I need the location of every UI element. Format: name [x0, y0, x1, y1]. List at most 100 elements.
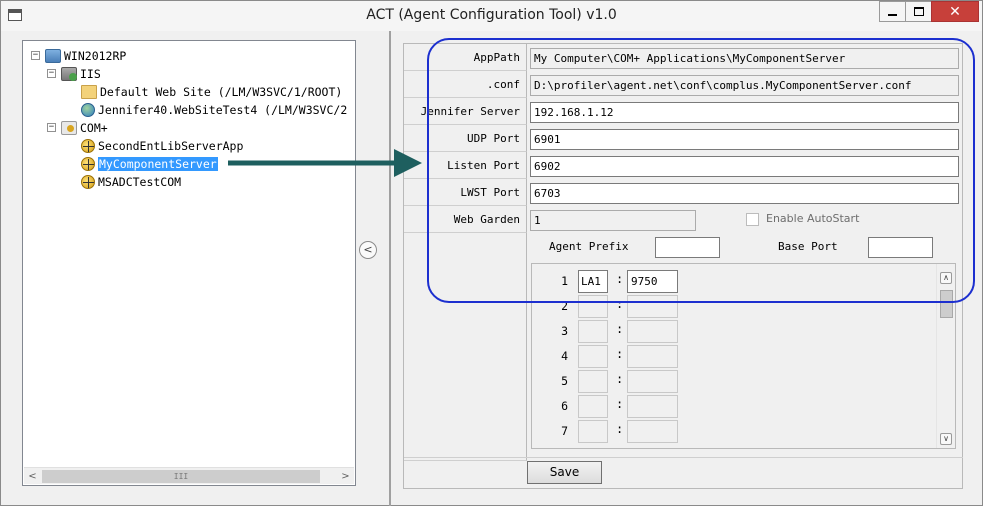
collapse-icon[interactable]: −: [31, 51, 40, 60]
agent-prefix-field[interactable]: [578, 420, 608, 443]
web-garden-label: Web Garden: [404, 206, 527, 233]
collapse-icon[interactable]: −: [47, 123, 56, 132]
agent-port-field[interactable]: [627, 345, 678, 368]
minimize-button[interactable]: [879, 1, 906, 22]
agent-row: 3 :: [532, 319, 937, 344]
tree-label: Default Web Site (/LM/W3SVC/1/ROOT): [100, 84, 343, 99]
globe-icon: [81, 102, 95, 117]
maximize-button[interactable]: [905, 1, 932, 22]
agent-port-field[interactable]: 9750: [627, 270, 678, 293]
tree-label: MSADCTestCOM: [98, 174, 182, 189]
window-title: ACT (Agent Configuration Tool) v1.0: [366, 7, 617, 23]
udp-port-input[interactable]: 6901: [530, 129, 959, 150]
agent-number: 5: [561, 374, 568, 388]
close-button[interactable]: ✕: [931, 1, 979, 22]
agent-port-field[interactable]: [627, 320, 678, 343]
agent-prefix-field[interactable]: [578, 295, 608, 318]
component-icon: [81, 156, 95, 171]
iis-icon: [61, 66, 77, 81]
apppath-label: AppPath: [404, 44, 527, 71]
conf-field[interactable]: D:\profiler\agent.net\conf\complus.MyCom…: [530, 75, 959, 96]
tree-node-component-selected[interactable]: MyComponentServer: [81, 155, 218, 172]
folder-icon: [81, 84, 97, 99]
separator: :: [616, 272, 624, 286]
scroll-thumb[interactable]: III: [42, 470, 320, 483]
agent-prefix-field[interactable]: [578, 370, 608, 393]
agent-row: 1 LA1 : 9750: [532, 269, 937, 294]
tree-label: MyComponentServer: [98, 156, 218, 171]
agent-port-field[interactable]: [627, 370, 678, 393]
agent-number: 3: [561, 324, 568, 338]
horizontal-scrollbar[interactable]: < III >: [24, 467, 354, 484]
agent-list[interactable]: 1 LA1 : 9750 2 : 3 : 4 : 5 : 6: 7: ∧ ∨: [531, 263, 956, 449]
splitter[interactable]: [389, 31, 391, 506]
jennifer-server-input[interactable]: 192.168.1.12: [530, 102, 959, 123]
close-icon: ✕: [949, 3, 961, 20]
agent-prefix-label: Agent Prefix: [549, 240, 629, 253]
autostart-checkbox[interactable]: [746, 213, 759, 226]
app-window: ACT (Agent Configuration Tool) v1.0 ✕ − …: [0, 0, 983, 506]
base-port-input[interactable]: [868, 237, 933, 258]
web-garden-field[interactable]: 1: [530, 210, 696, 231]
agent-prefix-field[interactable]: [578, 345, 608, 368]
autostart-label: Enable AutoStart: [766, 212, 860, 225]
separator: :: [616, 422, 624, 436]
agent-prefix-input[interactable]: [655, 237, 720, 258]
tree-label: IIS: [80, 66, 101, 81]
agent-port-field[interactable]: [627, 295, 678, 318]
agent-prefix-field[interactable]: [578, 320, 608, 343]
component-icon: [81, 138, 95, 153]
listen-port-input[interactable]: 6902: [530, 156, 959, 177]
tree-node-site[interactable]: Jennifer40.WebSiteTest4 (/LM/W3SVC/2: [81, 101, 347, 118]
conf-label: .conf: [404, 71, 527, 98]
agent-row: 4 :: [532, 344, 937, 369]
separator: :: [616, 297, 624, 311]
lwst-port-input[interactable]: 6703: [530, 183, 959, 204]
tree-label: Jennifer40.WebSiteTest4 (/LM/W3SVC/2: [98, 102, 348, 117]
tree-node-component[interactable]: MSADCTestCOM: [81, 173, 181, 190]
separator: :: [616, 372, 624, 386]
scroll-up-icon[interactable]: ∧: [940, 272, 952, 284]
label-column: [404, 233, 527, 461]
agent-number: 7: [561, 424, 568, 438]
tree-view[interactable]: − WIN2012RP − IIS Default Web Site (/LM/…: [22, 40, 356, 486]
complus-icon: [61, 120, 77, 135]
minimize-icon: [888, 13, 897, 16]
tree-node-root[interactable]: − WIN2012RP: [31, 47, 126, 64]
server-icon: [45, 48, 61, 63]
component-icon: [81, 174, 95, 189]
agent-number: 4: [561, 349, 568, 363]
vertical-scrollbar[interactable]: ∧ ∨: [936, 264, 955, 448]
separator: :: [616, 347, 624, 361]
save-button[interactable]: Save: [527, 461, 602, 484]
scroll-down-icon[interactable]: ∨: [940, 433, 952, 445]
tree-node-complus[interactable]: − COM+: [47, 119, 108, 136]
collapse-panel-button[interactable]: <: [359, 241, 377, 259]
scroll-left-icon[interactable]: <: [24, 468, 41, 485]
scroll-thumb[interactable]: [940, 290, 953, 318]
tree-node-site[interactable]: Default Web Site (/LM/W3SVC/1/ROOT): [81, 83, 342, 100]
tree-label: SecondEntLibServerApp: [98, 138, 244, 153]
separator: :: [616, 322, 624, 336]
agent-port-field[interactable]: [627, 420, 678, 443]
jennifer-server-label: Jennifer Server: [404, 98, 527, 125]
collapse-icon[interactable]: −: [47, 69, 56, 78]
agent-row: 7 :: [532, 419, 937, 444]
title-bar: ACT (Agent Configuration Tool) v1.0 ✕: [1, 1, 982, 31]
agent-prefix-field[interactable]: LA1: [578, 270, 608, 293]
agent-prefix-field[interactable]: [578, 395, 608, 418]
divider: [404, 457, 963, 458]
tree-node-component[interactable]: SecondEntLibServerApp: [81, 137, 243, 154]
agent-number: 1: [561, 274, 568, 288]
tree-label: COM+: [80, 120, 108, 135]
maximize-icon: [913, 7, 924, 16]
agent-row: 5 :: [532, 369, 937, 394]
base-port-label: Base Port: [778, 240, 838, 253]
agent-port-field[interactable]: [627, 395, 678, 418]
agent-row: 2 :: [532, 294, 937, 319]
agent-number: 6: [561, 399, 568, 413]
scroll-right-icon[interactable]: >: [337, 468, 354, 485]
tree-node-iis[interactable]: − IIS: [47, 65, 101, 82]
apppath-field[interactable]: My Computer\COM+ Applications\MyComponen…: [530, 48, 959, 69]
tree-label: WIN2012RP: [64, 48, 127, 63]
